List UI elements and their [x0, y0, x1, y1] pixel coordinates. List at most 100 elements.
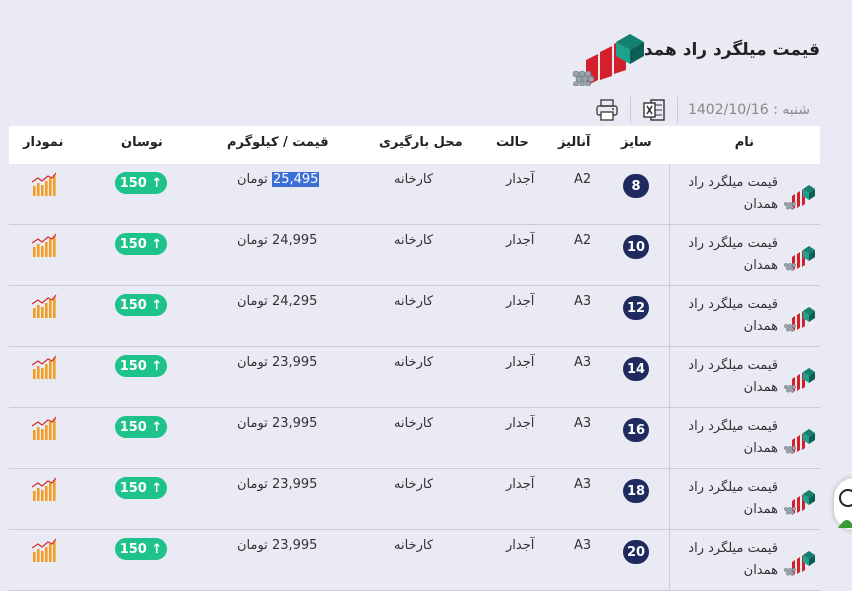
col-state: حالت: [496, 135, 529, 150]
price-cell: 23,995 تومان: [237, 538, 317, 553]
currency-label: تومان: [237, 172, 268, 187]
product-name[interactable]: قیمت میلگرد راد همدان: [688, 233, 778, 277]
table-row[interactable]: قیمت میلگرد راد همدان 10 A2 آجدار کارخان…: [9, 225, 820, 286]
rebar-bundle-icon: [784, 490, 815, 515]
analysis-value: A2: [574, 233, 592, 248]
swing-badge[interactable]: 150 ↑: [115, 355, 167, 377]
currency-label: تومان: [237, 233, 268, 248]
state-value: آجدار: [506, 172, 535, 187]
name-cell: قیمت میلگرد راد همدان: [669, 347, 820, 407]
table-row[interactable]: قیمت میلگرد راد همدان 16 A3 آجدار کارخان…: [9, 408, 820, 469]
table-header: نام سایز آنالیز حالت محل بارگیری قیمت / …: [9, 126, 820, 164]
price-cell: 23,995 تومان: [237, 355, 317, 370]
rebar-bundle-icon: [784, 185, 815, 210]
state-value: آجدار: [506, 355, 535, 370]
printer-icon: [596, 99, 618, 121]
size-badge: 8: [623, 174, 649, 198]
col-analysis: آنالیز: [558, 135, 591, 150]
price-cell: 25,495 تومان: [237, 172, 320, 187]
product-name[interactable]: قیمت میلگرد راد همدان: [688, 538, 778, 582]
currency-label: تومان: [237, 477, 268, 492]
swing-badge[interactable]: 150 ↑: [115, 172, 167, 194]
rebar-bundle-icon: [784, 307, 815, 332]
name-cell: قیمت میلگرد راد همدان: [669, 469, 820, 529]
size-badge: 16: [623, 418, 649, 442]
support-chat-button[interactable]: [834, 478, 852, 530]
size-badge: 14: [623, 357, 649, 381]
bar-chart-icon[interactable]: [31, 294, 57, 318]
swing-badge[interactable]: 150 ↑: [115, 233, 167, 255]
analysis-value: A3: [574, 538, 592, 553]
name-cell: قیمت میلگرد راد همدان: [669, 164, 820, 224]
price-value: 23,995: [271, 416, 318, 431]
size-badge: 10: [623, 235, 649, 259]
price-value: 23,995: [271, 538, 318, 553]
swing-badge[interactable]: 150 ↑: [115, 294, 167, 316]
currency-label: تومان: [237, 294, 268, 309]
toolbar: شنبه : 1402/10/16: [594, 96, 810, 124]
name-cell: قیمت میلگرد راد همدان: [669, 408, 820, 468]
bar-chart-icon[interactable]: [31, 172, 57, 196]
table-body: قیمت میلگرد راد همدان 8 A2 آجدار کارخانه…: [9, 164, 820, 591]
col-name: نام: [734, 135, 754, 150]
rebar-bundle-icon: [784, 551, 815, 576]
analysis-value: A3: [574, 355, 592, 370]
size-badge: 18: [623, 479, 649, 503]
state-value: آجدار: [506, 294, 535, 309]
bar-chart-icon[interactable]: [31, 416, 57, 440]
size-badge: 12: [623, 296, 649, 320]
product-name[interactable]: قیمت میلگرد راد همدان: [688, 416, 778, 460]
excel-export-button[interactable]: [641, 97, 667, 123]
toolbar-divider: [676, 97, 678, 123]
analysis-value: A3: [574, 416, 592, 431]
date-label: شنبه : 1402/10/16: [687, 102, 810, 118]
product-name[interactable]: قیمت میلگرد راد همدان: [688, 355, 778, 399]
state-value: آجدار: [506, 416, 535, 431]
col-price: قیمت / کیلوگرم: [227, 135, 329, 150]
rebar-bundle-icon: [784, 368, 815, 393]
bar-chart-icon[interactable]: [31, 538, 57, 562]
location-value: کارخانه: [394, 294, 434, 309]
price-table: نام سایز آنالیز حالت محل بارگیری قیمت / …: [9, 126, 820, 591]
support-chat-icon: [838, 489, 852, 528]
location-value: کارخانه: [394, 538, 434, 553]
bar-chart-icon[interactable]: [31, 233, 57, 257]
price-cell: 23,995 تومان: [237, 416, 317, 431]
table-row[interactable]: قیمت میلگرد راد همدان 12 A3 آجدار کارخان…: [9, 286, 820, 347]
price-value: 24,995: [271, 233, 318, 248]
product-name[interactable]: قیمت میلگرد راد همدان: [688, 477, 778, 521]
price-value: 24,295: [271, 294, 318, 309]
state-value: آجدار: [506, 538, 535, 553]
size-badge: 20: [623, 540, 649, 564]
table-row[interactable]: قیمت میلگرد راد همدان 8 A2 آجدار کارخانه…: [9, 164, 820, 225]
col-swing: نوسان: [121, 135, 163, 150]
print-button[interactable]: [594, 97, 620, 123]
name-cell: قیمت میلگرد راد همدان: [669, 225, 820, 285]
location-value: کارخانه: [394, 233, 434, 248]
col-chart: نمودار: [23, 135, 64, 150]
state-value: آجدار: [506, 477, 535, 492]
price-cell: 24,995 تومان: [237, 233, 317, 248]
name-cell: قیمت میلگرد راد همدان: [669, 530, 820, 590]
location-value: کارخانه: [394, 477, 434, 492]
table-row[interactable]: قیمت میلگرد راد همدان 18 A3 آجدار کارخان…: [9, 469, 820, 530]
price-value: 23,995: [271, 355, 318, 370]
table-row[interactable]: قیمت میلگرد راد همدان 14 A3 آجدار کارخان…: [9, 347, 820, 408]
page-title: قیمت میلگرد راد همدان: [623, 40, 821, 60]
bar-chart-icon[interactable]: [31, 477, 57, 501]
currency-label: تومان: [237, 355, 268, 370]
swing-badge[interactable]: 150 ↑: [115, 416, 167, 438]
analysis-value: A3: [574, 477, 592, 492]
swing-badge[interactable]: 150 ↑: [115, 477, 167, 499]
bar-chart-icon[interactable]: [31, 355, 57, 379]
analysis-value: A2: [574, 172, 592, 187]
analysis-value: A3: [574, 294, 592, 309]
table-row[interactable]: قیمت میلگرد راد همدان 20 A3 آجدار کارخان…: [9, 530, 820, 591]
currency-label: تومان: [237, 416, 268, 431]
swing-badge[interactable]: 150 ↑: [115, 538, 167, 560]
name-cell: قیمت میلگرد راد همدان: [669, 286, 820, 346]
rebar-bundle-icon: [784, 429, 815, 454]
product-name[interactable]: قیمت میلگرد راد همدان: [688, 294, 778, 338]
product-name[interactable]: قیمت میلگرد راد همدان: [688, 172, 778, 216]
rebar-logo-icon: [572, 34, 644, 86]
